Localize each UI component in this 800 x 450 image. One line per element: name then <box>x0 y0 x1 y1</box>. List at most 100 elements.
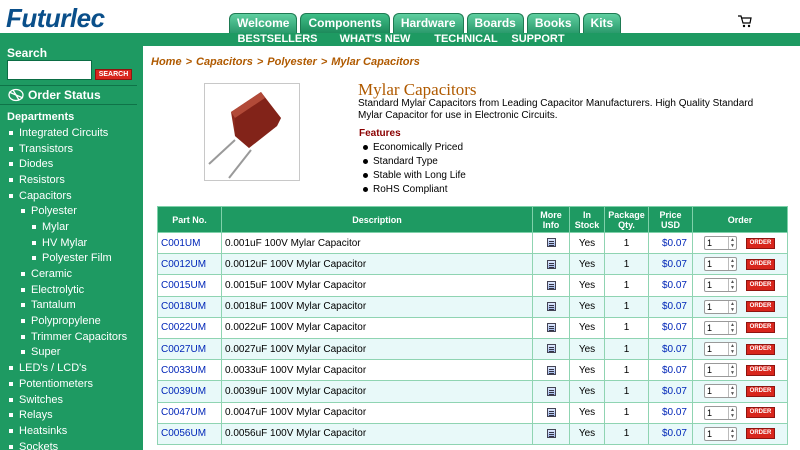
quantity-stepper[interactable]: 1 ▲ ▼ <box>704 299 737 314</box>
quantity-stepper[interactable]: 1 ▲ ▼ <box>704 278 737 293</box>
subnav-what-s-new[interactable]: WHAT'S NEW <box>326 33 424 46</box>
order-button[interactable]: ORDER <box>746 385 775 397</box>
search-input[interactable] <box>7 60 92 80</box>
order-button[interactable]: ORDER <box>746 428 775 440</box>
tab-boards[interactable]: Boards <box>466 13 524 33</box>
dept-item-ceramic[interactable]: Ceramic <box>0 266 137 282</box>
stepper-arrows-icon[interactable]: ▲ ▼ <box>728 300 736 313</box>
more-info-cell <box>532 274 570 297</box>
breadcrumb-item[interactable]: Mylar Capacitors <box>331 56 420 68</box>
order-button[interactable]: ORDER <box>746 301 775 313</box>
order-button[interactable]: ORDER <box>746 258 775 270</box>
part-number-link[interactable]: C0018UM <box>157 295 222 318</box>
dept-item-heatsinks[interactable]: Heatsinks <box>0 423 137 439</box>
info-icon[interactable] <box>546 238 556 248</box>
quantity-stepper[interactable]: 1 ▲ ▼ <box>704 405 737 420</box>
stepper-arrows-icon[interactable]: ▲ ▼ <box>728 321 736 334</box>
info-icon[interactable] <box>546 302 556 312</box>
dept-item-super[interactable]: Super <box>0 345 137 361</box>
order-controls: 1 ▲ ▼ ORDER <box>696 278 784 293</box>
info-icon[interactable] <box>546 407 556 417</box>
tab-books[interactable]: Books <box>526 13 580 33</box>
stepper-arrows-icon[interactable]: ▲ ▼ <box>728 237 736 250</box>
dept-item-polyester[interactable]: Polyester <box>0 203 137 219</box>
dept-item-capacitors[interactable]: Capacitors <box>0 188 137 204</box>
description-cell: 0.0047uF 100V Mylar Capacitor <box>221 401 533 424</box>
breadcrumb-separator: > <box>185 56 192 68</box>
dept-item-tantalum[interactable]: Tantalum <box>0 298 137 314</box>
dept-item-led-s-lcd-s[interactable]: LED's / LCD's <box>0 360 137 376</box>
order-button[interactable]: ORDER <box>746 322 775 334</box>
dept-item-switches[interactable]: Switches <box>0 392 137 408</box>
dept-item-potentiometers[interactable]: Potentiometers <box>0 376 137 392</box>
quantity-stepper[interactable]: 1 ▲ ▼ <box>704 363 737 378</box>
dept-item-hv-mylar[interactable]: HV Mylar <box>0 235 137 251</box>
search-button[interactable]: SEARCH <box>95 69 132 80</box>
dept-item-diodes[interactable]: Diodes <box>0 156 137 172</box>
dept-item-integrated-circuits[interactable]: Integrated Circuits <box>0 125 137 141</box>
site-logo[interactable]: Futurlec <box>6 3 105 34</box>
dept-item-label: Tantalum <box>31 299 76 312</box>
part-number-link[interactable]: C0056UM <box>157 422 222 445</box>
stepper-arrows-icon[interactable]: ▲ ▼ <box>728 258 736 271</box>
stepper-arrows-icon[interactable]: ▲ ▼ <box>728 364 736 377</box>
part-number-link[interactable]: C0015UM <box>157 274 222 297</box>
dept-item-relays[interactable]: Relays <box>0 407 137 423</box>
quantity-stepper[interactable]: 1 ▲ ▼ <box>704 257 737 272</box>
order-button[interactable]: ORDER <box>746 237 775 249</box>
table-row: C0047UM 0.0047uF 100V Mylar Capacitor Yes 1… <box>157 401 788 424</box>
breadcrumb-item[interactable]: Home <box>151 56 182 68</box>
breadcrumb-item[interactable]: Polyester <box>267 56 317 68</box>
info-icon[interactable] <box>546 344 556 354</box>
order-button[interactable]: ORDER <box>746 364 775 376</box>
tab-welcome[interactable]: Welcome <box>229 13 298 33</box>
dept-item-transistors[interactable]: Transistors <box>0 141 137 157</box>
table-row: C0012UM 0.0012uF 100V Mylar Capacitor Yes 1… <box>157 253 788 276</box>
dept-item-trimmer-capacitors[interactable]: Trimmer Capacitors <box>0 329 137 345</box>
tab-hardware[interactable]: Hardware <box>392 13 464 33</box>
dept-item-mylar[interactable]: Mylar <box>0 219 137 235</box>
dept-item-polyester-film[interactable]: Polyester Film <box>0 251 137 267</box>
dept-item-sockets[interactable]: Sockets <box>0 439 137 450</box>
order-button[interactable]: ORDER <box>746 407 775 419</box>
tab-components[interactable]: Components <box>300 13 390 33</box>
breadcrumb-item[interactable]: Capacitors <box>196 56 253 68</box>
info-icon[interactable] <box>546 386 556 396</box>
stepper-arrows-icon[interactable]: ▲ ▼ <box>728 343 736 356</box>
part-number-link[interactable]: C0027UM <box>157 337 222 361</box>
quantity-stepper[interactable]: 1 ▲ ▼ <box>704 384 737 399</box>
tab-kits[interactable]: Kits <box>582 13 622 33</box>
stepper-arrows-icon[interactable]: ▲ ▼ <box>728 385 736 398</box>
quantity-stepper[interactable]: 1 ▲ ▼ <box>704 236 737 251</box>
cart-icon[interactable] <box>738 15 752 29</box>
stepper-arrows-icon[interactable]: ▲ ▼ <box>728 406 736 419</box>
part-number-link[interactable]: C0039UM <box>157 380 222 403</box>
part-number-link[interactable]: C0047UM <box>157 401 222 424</box>
stepper-arrows-icon[interactable]: ▲ ▼ <box>728 427 736 440</box>
info-icon[interactable] <box>546 365 556 375</box>
info-icon[interactable] <box>546 323 556 333</box>
subnav-bestsellers[interactable]: BESTSELLERS <box>229 33 326 46</box>
quantity-stepper[interactable]: 1 ▲ ▼ <box>704 342 737 357</box>
order-button[interactable]: ORDER <box>746 343 775 355</box>
part-number-link[interactable]: C0012UM <box>157 253 222 276</box>
subnav-support[interactable]: SUPPORT <box>508 33 568 46</box>
info-icon[interactable] <box>546 280 556 290</box>
bullet-icon <box>32 240 36 245</box>
info-icon[interactable] <box>546 429 556 439</box>
part-number-link[interactable]: C0022UM <box>157 316 222 339</box>
dept-item-resistors[interactable]: Resistors <box>0 172 137 188</box>
subnav-technical[interactable]: TECHNICAL <box>424 33 508 46</box>
stepper-arrows-icon[interactable]: ▲ ▼ <box>728 279 736 292</box>
order-button[interactable]: ORDER <box>746 279 775 291</box>
description-cell: 0.0018uF 100V Mylar Capacitor <box>221 295 533 318</box>
dept-item-electrolytic[interactable]: Electrolytic <box>0 282 137 298</box>
part-number-link[interactable]: C001UM <box>157 231 222 255</box>
part-number-link[interactable]: C0033UM <box>157 359 222 382</box>
quantity-stepper[interactable]: 1 ▲ ▼ <box>704 320 737 335</box>
info-icon[interactable] <box>546 259 556 269</box>
dept-item-polypropylene[interactable]: Polypropylene <box>0 313 137 329</box>
quantity-stepper[interactable]: 1 ▲ ▼ <box>704 426 737 441</box>
order-status-link[interactable]: Order Status <box>0 85 137 105</box>
dept-item-label: Polyester <box>31 205 77 218</box>
